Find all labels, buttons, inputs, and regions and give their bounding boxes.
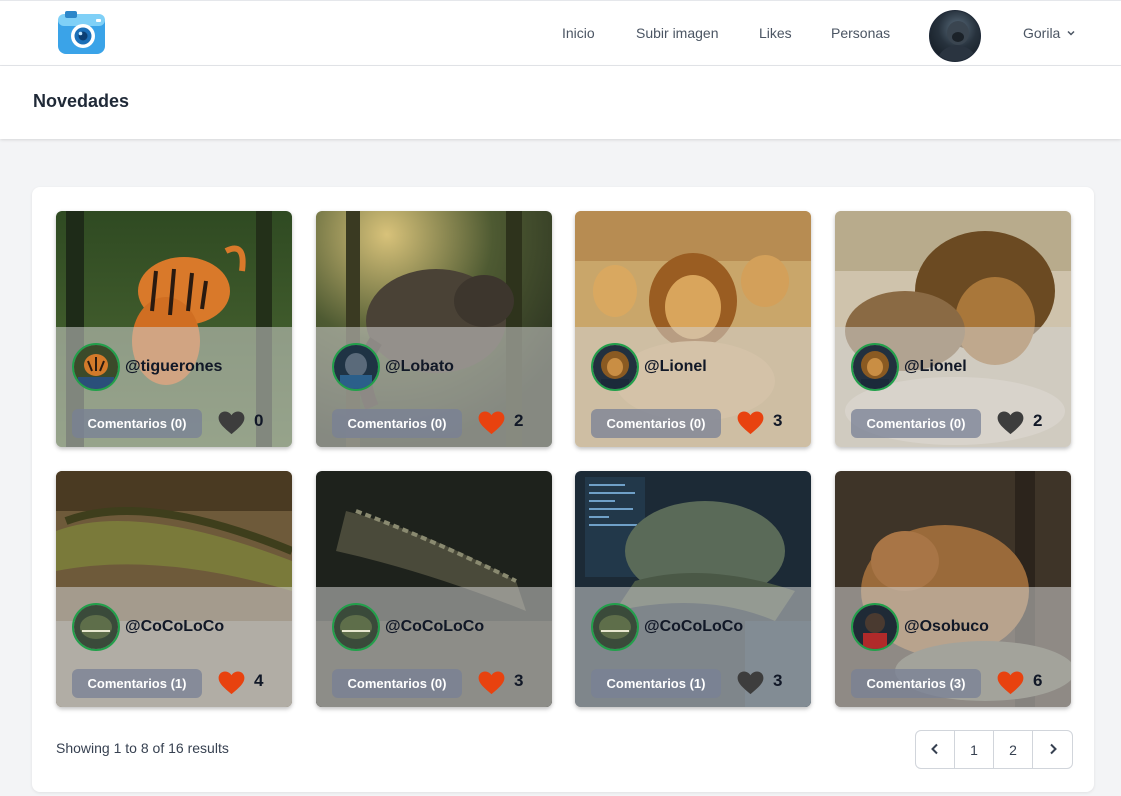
- post-card[interactable]: @Osobuco Comentarios (3) 6: [835, 471, 1071, 707]
- pagination-page-1[interactable]: 1: [955, 731, 994, 768]
- comments-button[interactable]: Comentarios (1): [591, 669, 721, 698]
- pagination-prev-button[interactable]: [916, 731, 955, 768]
- comments-button[interactable]: Comentarios (0): [332, 409, 462, 438]
- heart-icon[interactable]: [476, 407, 507, 438]
- comments-button[interactable]: Comentarios (1): [72, 669, 202, 698]
- post-author-handle[interactable]: @Lionel: [904, 358, 967, 376]
- feed-panel: @tiguerones Comentarios (0) 0 @Lobato Co…: [32, 187, 1094, 792]
- post-author-handle[interactable]: @tiguerones: [125, 358, 222, 376]
- likes-count: 3: [514, 671, 524, 690]
- likes-count: 2: [514, 411, 524, 430]
- user-avatar[interactable]: [929, 10, 981, 62]
- post-card[interactable]: @CoCoLoCo Comentarios (1) 3: [575, 471, 811, 707]
- post-author-handle[interactable]: @Osobuco: [904, 618, 989, 636]
- comments-button[interactable]: Comentarios (3): [851, 669, 981, 698]
- nav-link-likes[interactable]: Likes: [759, 25, 792, 41]
- post-author-handle[interactable]: @CoCoLoCo: [644, 618, 743, 636]
- likes-count: 3: [773, 411, 783, 430]
- post-author-avatar[interactable]: [591, 603, 639, 651]
- heart-icon[interactable]: [735, 667, 766, 698]
- heart-icon[interactable]: [995, 667, 1026, 698]
- pagination-page-2[interactable]: 2: [994, 731, 1033, 768]
- post-card[interactable]: @Lobato Comentarios (0) 2: [316, 211, 552, 447]
- page-title: Novedades: [33, 91, 130, 111]
- likes-count: 6: [1033, 671, 1043, 690]
- post-card[interactable]: @CoCoLoCo Comentarios (1) 4: [56, 471, 292, 707]
- heart-icon[interactable]: [216, 407, 247, 438]
- likes-count: 3: [773, 671, 783, 690]
- post-author-avatar[interactable]: [332, 603, 380, 651]
- post-card[interactable]: @Lionel Comentarios (0) 3: [575, 211, 811, 447]
- post-author-avatar[interactable]: [591, 343, 639, 391]
- nav-link-subir-imagen[interactable]: Subir imagen: [636, 25, 719, 41]
- chevron-right-icon: [1048, 742, 1058, 758]
- camera-logo-icon[interactable]: [57, 11, 106, 56]
- post-card[interactable]: @CoCoLoCo Comentarios (0) 3: [316, 471, 552, 707]
- user-menu[interactable]: Gorila: [1023, 25, 1076, 41]
- comments-button[interactable]: Comentarios (0): [591, 409, 721, 438]
- heart-icon[interactable]: [995, 407, 1026, 438]
- comments-button[interactable]: Comentarios (0): [72, 409, 202, 438]
- post-author-handle[interactable]: @Lionel: [644, 358, 707, 376]
- results-to: 8: [140, 740, 149, 756]
- post-author-handle[interactable]: @CoCoLoCo: [385, 618, 484, 636]
- post-author-handle[interactable]: @CoCoLoCo: [125, 618, 224, 636]
- likes-count: 0: [254, 411, 264, 430]
- user-name: Gorila: [1023, 25, 1061, 41]
- post-card[interactable]: @Lionel Comentarios (0) 2: [835, 211, 1071, 447]
- likes-count: 2: [1033, 411, 1043, 430]
- comments-button[interactable]: Comentarios (0): [332, 669, 462, 698]
- post-author-handle[interactable]: @Lobato: [385, 358, 454, 376]
- comments-button[interactable]: Comentarios (0): [851, 409, 981, 438]
- heart-icon[interactable]: [476, 667, 507, 698]
- chevron-left-icon: [930, 742, 940, 758]
- results-total: 16: [168, 740, 184, 756]
- chevron-down-icon: [1066, 25, 1076, 41]
- top-navbar: Inicio Subir imagen Likes Personas Goril…: [0, 0, 1121, 66]
- heart-icon[interactable]: [216, 667, 247, 698]
- page-header: Novedades: [0, 66, 1121, 139]
- post-card[interactable]: @tiguerones Comentarios (0) 0: [56, 211, 292, 447]
- pagination: 1 2: [915, 730, 1073, 769]
- heart-icon[interactable]: [735, 407, 766, 438]
- results-from: 1: [113, 740, 122, 756]
- post-author-avatar[interactable]: [72, 343, 120, 391]
- pagination-next-button[interactable]: [1033, 731, 1072, 768]
- post-author-avatar[interactable]: [332, 343, 380, 391]
- nav-link-inicio[interactable]: Inicio: [562, 25, 595, 41]
- post-author-avatar[interactable]: [851, 343, 899, 391]
- results-summary: Showing 1 to 8 of 16 results: [56, 740, 229, 756]
- post-author-avatar[interactable]: [72, 603, 120, 651]
- post-author-avatar[interactable]: [851, 603, 899, 651]
- nav-link-personas[interactable]: Personas: [831, 25, 890, 41]
- likes-count: 4: [254, 671, 264, 690]
